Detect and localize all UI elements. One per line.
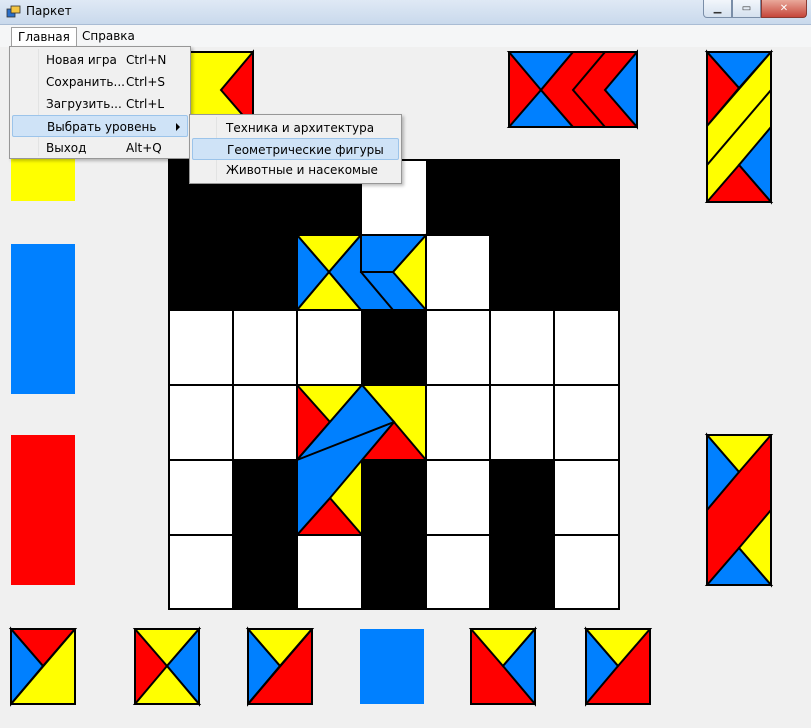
menu-item-new-game[interactable]: Новая игра Ctrl+N (12, 49, 188, 71)
menu-item-save[interactable]: Сохранить... Ctrl+S (12, 71, 188, 93)
app-window: Паркет ▁ ▭ ✕ Главная Справка .k{stroke:#… (0, 0, 811, 728)
palette-tile[interactable] (506, 49, 638, 130)
palette-tile[interactable] (245, 626, 315, 707)
level-tech-architecture[interactable]: Техника и архитектура (192, 117, 399, 139)
palette-tile[interactable] (360, 629, 424, 704)
board-cell[interactable] (425, 234, 491, 311)
menu-item-exit[interactable]: Выход Alt+Q (12, 137, 188, 159)
palette-tile[interactable] (8, 626, 78, 707)
level-animals-insects[interactable]: Животные и насекомые (192, 159, 399, 181)
palette-tile[interactable] (704, 432, 774, 588)
palette-tile[interactable] (132, 626, 202, 707)
palette-tile[interactable] (11, 244, 75, 394)
menu-item-load[interactable]: Загрузить... Ctrl+L (12, 93, 188, 115)
parquet-board[interactable] (168, 159, 620, 610)
palette-tile[interactable] (468, 626, 538, 707)
main-menu-dropdown: Новая игра Ctrl+N Сохранить... Ctrl+S За… (9, 46, 191, 159)
menu-item-select-level[interactable]: Выбрать уровень (12, 115, 188, 137)
placed-tile[interactable] (294, 232, 429, 313)
palette-left (11, 150, 75, 585)
palette-tile[interactable] (704, 49, 774, 205)
level-geometric-shapes[interactable]: Геометрические фигуры (192, 138, 399, 160)
palette-tile[interactable] (11, 435, 75, 585)
submenu-arrow-icon (176, 123, 180, 131)
level-submenu: Техника и архитектура Геометрические фиг… (189, 114, 402, 184)
palette-tile[interactable] (583, 626, 653, 707)
